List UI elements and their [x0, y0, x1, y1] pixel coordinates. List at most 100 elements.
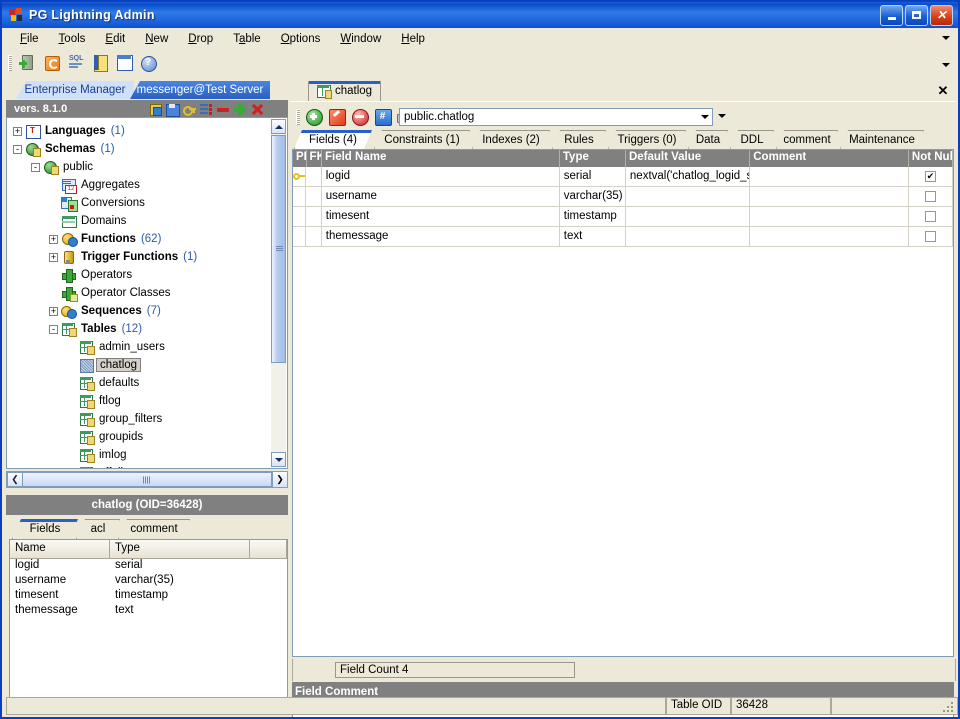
fields-grid-column-header[interactable]: FK — [307, 150, 322, 167]
fields-grid-cell-not-null[interactable]: ✔ — [909, 167, 953, 186]
fields-grid-column-header[interactable]: PK — [293, 150, 307, 167]
fields-grid-cell-fk[interactable] — [306, 187, 322, 206]
refresh-tree-icon[interactable] — [148, 102, 162, 116]
tree-item-group-filters[interactable]: group_filters — [67, 410, 162, 428]
left-grid-row[interactable]: themessage text — [10, 604, 287, 619]
object-tab-data[interactable]: Data — [688, 130, 728, 149]
object-tab-ddl[interactable]: DDL — [730, 130, 774, 149]
remove-icon[interactable] — [216, 102, 230, 116]
tree-item-imlog[interactable]: imlog — [67, 446, 126, 464]
object-tab-constraints-1[interactable]: Constraints (1) — [374, 130, 470, 149]
menu-item-window[interactable]: Window — [330, 31, 391, 47]
left-grid-column-header[interactable] — [250, 540, 287, 558]
object-tab-rules[interactable]: Rules — [552, 130, 606, 149]
object-tree[interactable]: off_line_messages imlog groupids group_filt… — [6, 117, 288, 469]
fields-grid-cell-fk[interactable] — [306, 227, 322, 246]
key-icon[interactable] — [182, 102, 196, 116]
tree-item-chatlog[interactable]: chatlog — [67, 356, 142, 374]
blank-window-icon[interactable] — [114, 53, 134, 73]
main-tab-enterprise-manager[interactable]: Enterprise Manager — [16, 81, 134, 99]
left-grid-row[interactable]: username varchar(35) — [10, 574, 287, 589]
fields-grid-cell-field-name[interactable]: timesent — [322, 207, 560, 226]
fields-grid-cell-pk[interactable] — [293, 187, 307, 206]
tree-item-functions[interactable]: + Functions (62) — [49, 230, 161, 248]
menu-item-new[interactable]: New — [135, 31, 178, 47]
tree-horizontal-scrollbar[interactable]: ❮ — [6, 471, 272, 488]
object-tab-fields-4[interactable]: Fields (4) — [294, 130, 372, 149]
fields-grid-cell-pk[interactable] — [293, 167, 307, 186]
fields-grid-cell-not-null[interactable] — [909, 187, 953, 206]
left-fields-grid[interactable]: Name Type logid serial username varchar(35) ti… — [9, 539, 288, 715]
object-tab-triggers-0[interactable]: Triggers (0) — [608, 130, 686, 149]
tree-item-aggregates[interactable]: 12 Aggregates — [49, 176, 140, 194]
fields-grid-cell-comment[interactable] — [750, 227, 910, 246]
tree-item-domains[interactable]: Domains — [49, 212, 126, 230]
tree-collapse-icon[interactable]: - — [13, 144, 22, 154]
fields-grid-column-header[interactable]: Not Nul — [909, 150, 953, 167]
left-grid-row[interactable]: logid serial — [10, 559, 287, 574]
maximize-button[interactable] — [905, 4, 928, 26]
tree-item-operators[interactable]: Operators — [49, 266, 132, 284]
fields-grid-cell-default-value[interactable] — [626, 187, 751, 206]
child-window-tab[interactable]: chatlog — [308, 81, 382, 101]
object-path-combo[interactable]: public.chatlog — [399, 108, 713, 126]
tree-expand-icon[interactable]: + — [49, 234, 58, 244]
refresh-icon[interactable] — [42, 53, 62, 73]
tree-collapse-icon[interactable]: - — [49, 324, 58, 334]
edit-record-icon[interactable] — [327, 107, 347, 127]
fields-grid-column-header[interactable]: Default Value — [626, 150, 751, 167]
add-record-icon[interactable] — [304, 107, 324, 127]
fields-grid-cell-default-value[interactable] — [626, 227, 751, 246]
tree-item-admin-users[interactable]: admin_users — [67, 338, 165, 356]
fields-grid-cell-field-name[interactable]: username — [322, 187, 560, 206]
fields-grid-cell-type[interactable]: text — [560, 227, 626, 246]
fields-grid-cell-type[interactable]: timestamp — [560, 207, 626, 226]
fields-grid-cell-not-null[interactable] — [909, 207, 953, 226]
menu-item-tools[interactable]: Tools — [49, 31, 96, 47]
new-connection-icon[interactable] — [18, 53, 38, 73]
fields-grid-cell-pk[interactable] — [293, 207, 307, 226]
help-icon[interactable]: ? — [138, 53, 158, 73]
not-null-checkbox[interactable] — [925, 211, 937, 222]
fields-grid-cell-comment[interactable] — [750, 167, 910, 186]
close-button[interactable]: ✕ — [930, 4, 953, 26]
main-tab-server-connection[interactable]: messenger@Test Server — [130, 81, 270, 99]
fields-grid-cell-comment[interactable] — [750, 207, 910, 226]
not-null-checkbox[interactable] — [925, 231, 937, 242]
fields-grid-row[interactable]: username varchar(35) — [293, 187, 953, 207]
fields-grid-row[interactable]: themessage text — [293, 227, 953, 247]
fields-grid-cell-pk[interactable] — [293, 227, 307, 246]
not-null-checkbox[interactable] — [925, 191, 937, 202]
object-toolbar-grip[interactable] — [296, 109, 300, 125]
object-tab-comment[interactable]: comment — [776, 130, 838, 149]
left-tab-acl[interactable]: acl — [76, 519, 120, 539]
menu-item-file[interactable]: File — [10, 31, 49, 47]
tree-item-conversions[interactable]: Conversions — [49, 194, 145, 212]
tree-item-defaults[interactable]: defaults — [67, 374, 139, 392]
tree-item-operator-classes[interactable]: Operator Classes — [49, 284, 170, 302]
fields-grid-cell-fk[interactable] — [306, 207, 322, 226]
properties-icon[interactable] — [199, 102, 213, 116]
fields-grid-cell-default-value[interactable]: nextval('chatlog_logid_se — [626, 167, 751, 186]
tree-hscroll-left-button[interactable]: ❮ — [7, 472, 23, 487]
minimize-button[interactable] — [880, 4, 903, 26]
fields-grid-row[interactable]: timesent timestamp — [293, 207, 953, 227]
left-tab-comment[interactable]: comment — [118, 519, 190, 539]
tree-item-trigger-functions[interactable]: + Trigger Functions (1) — [49, 248, 197, 266]
fields-grid-cell-fk[interactable] — [306, 167, 322, 186]
fields-grid-column-header[interactable]: Comment — [750, 150, 909, 167]
left-grid-row[interactable]: timesent timestamp — [10, 589, 287, 604]
fields-grid-column-header[interactable]: Type — [560, 150, 626, 167]
tree-item-public[interactable]: - public — [31, 158, 93, 176]
not-null-checkbox[interactable]: ✔ — [925, 171, 937, 182]
menu-item-options[interactable]: Options — [271, 31, 331, 47]
delete-record-icon[interactable] — [350, 107, 370, 127]
fields-grid-row[interactable]: logid serial nextval('chatlog_logid_se ✔ — [293, 167, 953, 187]
fields-grid-column-header[interactable]: Field Name — [322, 150, 560, 167]
tree-hscroll-thumb[interactable] — [23, 472, 271, 487]
add-icon[interactable] — [233, 102, 247, 116]
tree-item-off-line-messages[interactable]: off_line_messages — [67, 464, 195, 468]
fields-grid-cell-field-name[interactable]: logid — [322, 167, 560, 186]
menu-item-table[interactable]: Table — [223, 31, 271, 47]
object-tab-maintenance[interactable]: Maintenance — [840, 130, 924, 149]
